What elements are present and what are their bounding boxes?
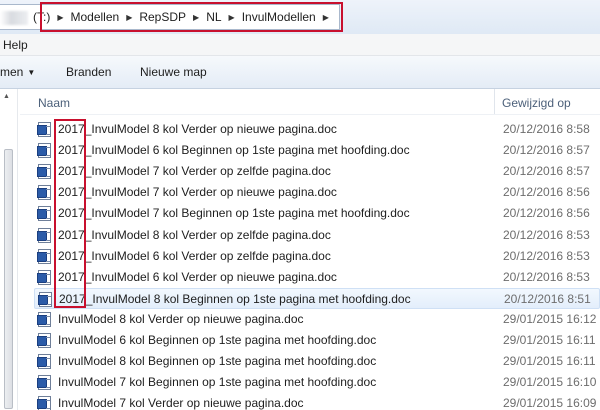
word-document-icon <box>37 311 51 327</box>
file-modified-date: 29/01/2015 16:09 <box>503 396 597 410</box>
file-name: 2017_InvulModel 8 kol Beginnen op 1ste p… <box>59 291 411 306</box>
file-row[interactable]: 2017_InvulModel 6 kol Verder op nieuwe p… <box>34 267 600 288</box>
command-toolbar: men ▼ Branden Nieuwe map <box>0 56 600 89</box>
word-document-icon <box>37 269 51 285</box>
word-document-icon <box>37 333 51 348</box>
file-name: InvulModel 7 kol Verder op nieuwe pagina… <box>58 396 304 410</box>
file-row[interactable]: 2017_InvulModel 8 kol Beginnen op 1ste p… <box>34 287 600 309</box>
file-modified-date: 20/12/2016 8:53 <box>503 269 590 284</box>
word-document-icon <box>37 122 51 137</box>
address-bar-strip: (T:) ▶ Modellen ▶ RepSDP ▶ NL ▶ InvulMod… <box>0 0 600 34</box>
file-row[interactable]: InvulModel 7 kol Beginnen op 1ste pagina… <box>34 372 600 393</box>
word-document-icon <box>38 291 52 307</box>
file-modified-date: 20/12/2016 8:58 <box>503 122 590 136</box>
file-row[interactable]: InvulModel 6 kol Beginnen op 1ste pagina… <box>34 330 600 351</box>
organize-button[interactable]: men ▼ <box>0 65 35 79</box>
prefix-highlight-box <box>54 119 86 308</box>
column-header-modified[interactable]: Gewijzigd op <box>502 96 571 110</box>
word-document-icon <box>37 354 51 370</box>
header-divider <box>20 114 600 115</box>
burn-button[interactable]: Branden <box>66 65 111 79</box>
file-modified-date: 20/12/2016 8:57 <box>503 164 590 179</box>
file-row[interactable]: 2017_InvulModel 8 kol Verder op zelfde p… <box>34 225 600 246</box>
file-name: InvulModel 7 kol Beginnen op 1ste pagina… <box>58 375 377 390</box>
scroll-up-arrow-icon[interactable]: ▲ <box>3 93 10 100</box>
file-row[interactable]: 2017_InvulModel 6 kol Beginnen op 1ste p… <box>34 140 600 161</box>
file-modified-date: 20/12/2016 8:57 <box>503 143 590 158</box>
word-document-icon <box>37 164 51 180</box>
file-modified-date: 20/12/2016 8:53 <box>503 248 590 263</box>
new-folder-button[interactable]: Nieuwe map <box>140 65 207 79</box>
file-name: 2017_InvulModel 8 kol Verder op nieuwe p… <box>58 122 337 136</box>
file-modified-date: 29/01/2015 16:11 <box>503 333 596 347</box>
file-name: InvulModel 8 kol Verder op nieuwe pagina… <box>58 311 304 326</box>
file-name: 2017_InvulModel 8 kol Verder op zelfde p… <box>58 227 331 242</box>
file-modified-date: 20/12/2016 8:56 <box>503 206 590 221</box>
file-row[interactable]: 2017_InvulModel 8 kol Verder op nieuwe p… <box>34 119 600 140</box>
file-row[interactable]: InvulModel 8 kol Beginnen op 1ste pagina… <box>34 351 600 372</box>
word-document-icon <box>37 396 51 410</box>
file-row[interactable]: 2017_InvulModel 6 kol Verder op zelfde p… <box>34 246 600 267</box>
organize-label: men <box>0 65 24 79</box>
navigation-pane[interactable]: ▲ <box>0 89 18 410</box>
file-modified-date: 29/01/2015 16:11 <box>503 354 596 369</box>
word-document-icon <box>37 185 51 201</box>
file-name: 2017_InvulModel 6 kol Verder op nieuwe p… <box>58 269 337 284</box>
word-document-icon <box>37 206 51 222</box>
file-name: 2017_InvulModel 6 kol Verder op zelfde p… <box>58 248 331 263</box>
menu-help[interactable]: Help <box>3 38 28 52</box>
file-name: 2017_InvulModel 7 kol Beginnen op 1ste p… <box>58 206 410 221</box>
menu-bar: Help <box>0 34 600 56</box>
file-name: InvulModel 8 kol Beginnen op 1ste pagina… <box>58 354 377 369</box>
file-modified-date: 20/12/2016 8:56 <box>503 185 590 200</box>
chevron-down-icon: ▼ <box>27 68 36 77</box>
file-row[interactable]: 2017_InvulModel 7 kol Verder op nieuwe p… <box>34 182 600 203</box>
column-divider[interactable] <box>494 89 495 115</box>
file-name: 2017_InvulModel 7 kol Verder op nieuwe p… <box>58 185 337 200</box>
column-header-name[interactable]: Naam <box>38 96 70 110</box>
blurred-drive-label <box>0 11 28 25</box>
word-document-icon <box>37 227 51 243</box>
word-document-icon <box>37 375 51 391</box>
scrollbar-thumb[interactable] <box>4 149 13 409</box>
file-row[interactable]: 2017_InvulModel 7 kol Beginnen op 1ste p… <box>34 203 600 224</box>
file-row[interactable]: InvulModel 7 kol Verder op nieuwe pagina… <box>34 393 600 410</box>
address-highlight-box <box>40 2 343 32</box>
file-row[interactable]: 2017_InvulModel 7 kol Verder op zelfde p… <box>34 161 600 182</box>
file-modified-date: 29/01/2015 16:10 <box>503 375 597 390</box>
file-row[interactable]: InvulModel 8 kol Verder op nieuwe pagina… <box>34 309 600 330</box>
file-modified-date: 20/12/2016 8:53 <box>503 227 590 242</box>
file-modified-date: 20/12/2016 8:51 <box>504 291 591 306</box>
file-name: 2017_InvulModel 7 kol Verder op zelfde p… <box>58 164 331 179</box>
word-document-icon <box>37 248 51 264</box>
file-name: InvulModel 6 kol Beginnen op 1ste pagina… <box>58 333 377 347</box>
file-modified-date: 29/01/2015 16:12 <box>503 311 597 326</box>
file-name: 2017_InvulModel 6 kol Beginnen op 1ste p… <box>58 143 410 158</box>
word-document-icon <box>37 143 51 159</box>
